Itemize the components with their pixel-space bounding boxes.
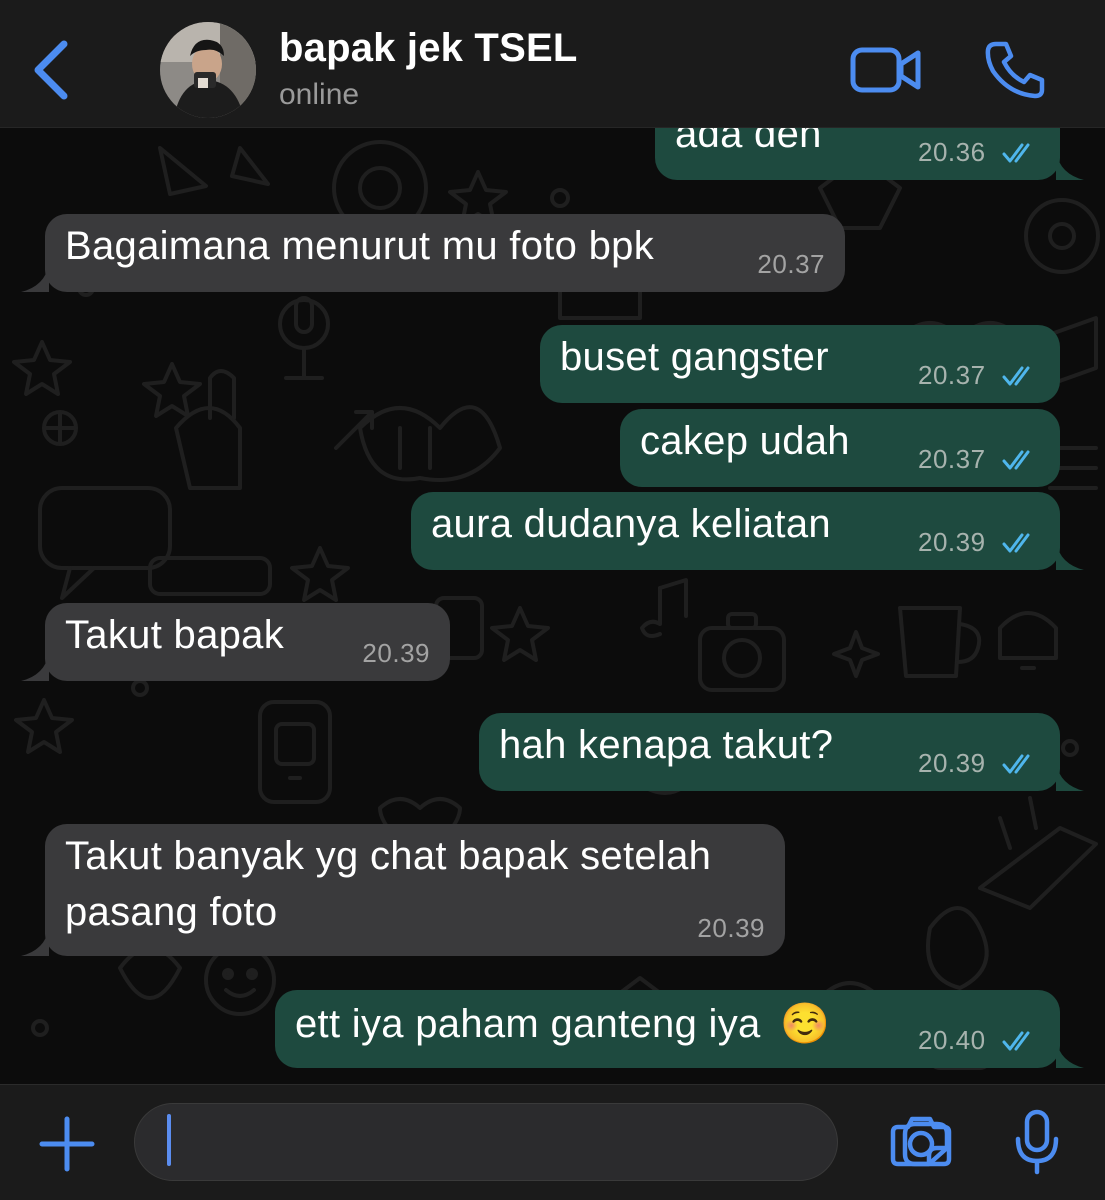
message-text-body: ett iya paham ganteng iya — [295, 1002, 761, 1046]
camera-icon — [890, 1116, 952, 1167]
message-bubble-incoming[interactable]: Takut bapak 20.39 — [21, 603, 450, 681]
message-list[interactable]: ada deh 20.36 Bagaimana menurut mu foto … — [0, 128, 1105, 1084]
read-receipt-icon — [1002, 533, 1030, 553]
bubble-tail — [1056, 763, 1084, 791]
back-button[interactable] — [28, 38, 78, 102]
message-time: 20.39 — [918, 748, 986, 778]
voice-message-button[interactable] — [1014, 1109, 1060, 1175]
bubble-tail — [21, 653, 49, 681]
message-bubble-outgoing[interactable]: ett iya paham ganteng iya ☺️ 20.40 — [275, 990, 1084, 1068]
message-text: Bagaimana menurut mu foto bpk — [65, 224, 655, 268]
message-time: 20.39 — [918, 527, 986, 557]
plus-icon — [39, 1116, 95, 1172]
message-text: buset gangster — [560, 335, 829, 379]
status-bar — [0, 0, 1105, 6]
message-time: 20.37 — [757, 249, 825, 279]
message-input[interactable] — [134, 1103, 950, 1181]
message-bubble-outgoing[interactable]: hah kenapa takut? 20.39 — [479, 713, 1084, 791]
message-time: 20.39 — [697, 913, 765, 943]
message-bubble-outgoing[interactable]: buset gangster 20.37 — [540, 325, 1060, 403]
message-bubble-outgoing[interactable]: cakep udah 20.37 — [620, 409, 1060, 487]
message-bubble-outgoing[interactable]: ada deh 20.36 — [655, 128, 1084, 180]
bubble-tail — [1056, 152, 1084, 180]
voice-call-button[interactable] — [982, 38, 1048, 100]
message-bubble-incoming[interactable]: Takut banyak yg chat bapak setelah pasan… — [21, 824, 785, 956]
chat-header: bapak jek TSEL online — [0, 0, 1105, 128]
message-text: cakep udah — [640, 419, 850, 463]
contact-status: online — [279, 78, 360, 111]
message-bubble-incoming[interactable]: Bagaimana menurut mu foto bpk 20.37 — [21, 214, 845, 292]
read-receipt-icon — [1002, 1031, 1030, 1051]
bubble-tail — [1056, 542, 1084, 570]
message-text-line-2: pasang foto — [65, 890, 278, 934]
contact-avatar[interactable] — [160, 22, 256, 118]
message-text: hah kenapa takut? — [499, 723, 834, 767]
message-input-bar — [0, 1084, 1105, 1200]
message-text: Takut bapak — [65, 613, 285, 657]
bubble-tail — [21, 264, 49, 292]
read-receipt-icon — [1002, 143, 1030, 163]
message-text-line-1: Takut banyak yg chat bapak setelah — [65, 834, 712, 878]
attach-button[interactable] — [38, 1115, 96, 1173]
read-receipt-icon — [1002, 366, 1030, 386]
message-text: aura dudanya keliatan — [431, 502, 831, 546]
message-text: ada deh — [675, 128, 822, 156]
message-time: 20.40 — [918, 1025, 986, 1055]
contact-name[interactable]: bapak jek TSEL — [279, 26, 577, 71]
microphone-icon — [1015, 1109, 1059, 1175]
read-receipt-icon — [1002, 754, 1030, 774]
video-call-button[interactable] — [848, 40, 924, 100]
read-receipt-icon — [1002, 450, 1030, 470]
message-time: 20.36 — [918, 137, 986, 167]
phone-icon — [985, 41, 1045, 99]
message-time: 20.37 — [918, 360, 986, 390]
message-time: 20.37 — [918, 444, 986, 474]
chevron-left-icon — [34, 40, 68, 100]
text-caret — [167, 1114, 171, 1166]
video-camera-icon — [850, 47, 921, 93]
camera-button[interactable] — [890, 1115, 952, 1167]
bubble-tail — [1056, 1040, 1084, 1068]
message-text: ett iya paham ganteng iya ☺️ — [295, 1000, 830, 1047]
message-time: 20.39 — [362, 638, 430, 668]
bubble-tail — [21, 928, 49, 956]
message-bubble-outgoing[interactable]: aura dudanya keliatan 20.39 — [411, 492, 1084, 570]
avatar-photo — [160, 22, 256, 118]
smiling-face-emoji: ☺️ — [780, 1002, 831, 1046]
